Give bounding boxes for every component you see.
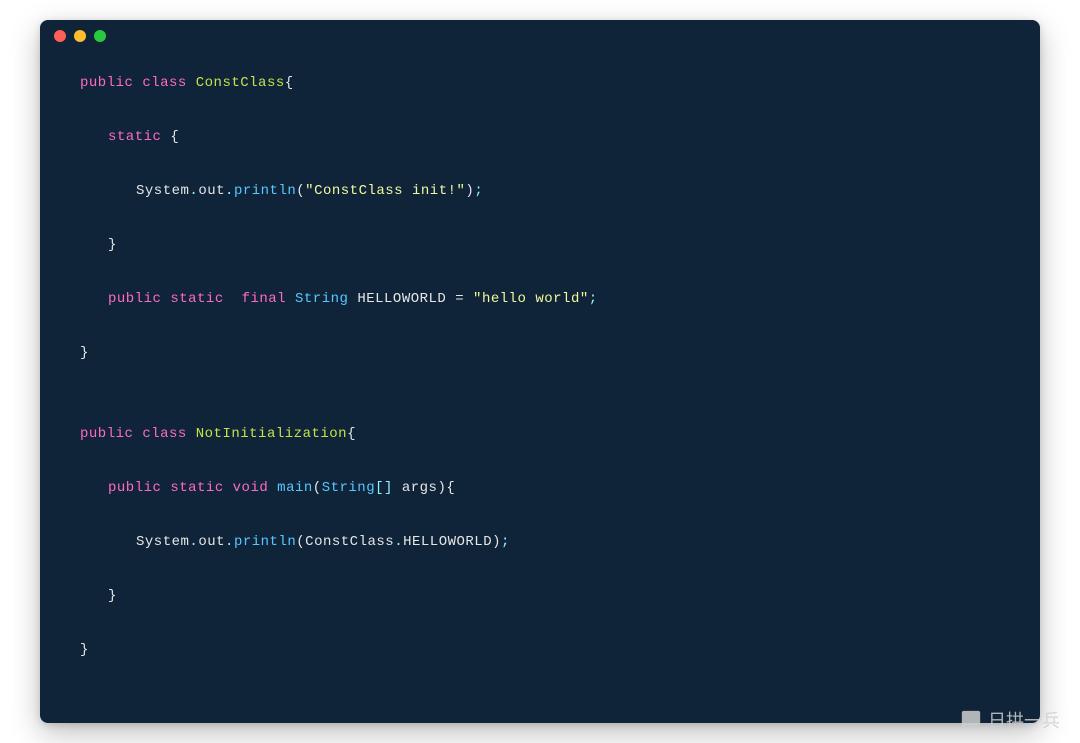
- chat-icon: [960, 709, 982, 731]
- keyword: public: [80, 75, 133, 91]
- keyword: public: [108, 291, 161, 307]
- keyword: class: [142, 426, 187, 442]
- punct: ;: [589, 291, 598, 307]
- brace: {: [161, 129, 179, 145]
- constant: HELLOWORLD: [403, 534, 492, 550]
- identifier: System: [136, 534, 189, 550]
- brace: {: [446, 480, 455, 496]
- string: "hello world": [473, 291, 589, 307]
- brace: }: [108, 588, 117, 604]
- punct: ): [492, 534, 501, 550]
- brace: {: [285, 75, 294, 91]
- identifier: args: [393, 480, 438, 496]
- watermark-text: 日拱一兵: [988, 707, 1060, 733]
- code-line: static {: [80, 124, 1000, 151]
- code-line: System.out.println("ConstClass init!");: [80, 178, 1000, 205]
- method: println: [234, 183, 296, 199]
- type: String: [295, 291, 348, 307]
- brace: }: [80, 642, 89, 658]
- punct: .: [189, 183, 198, 199]
- identifier: out: [198, 534, 225, 550]
- keyword: public: [80, 426, 133, 442]
- punct: ;: [501, 534, 510, 550]
- keyword: static: [170, 480, 223, 496]
- code-block: public class ConstClass{ static { System…: [80, 70, 1000, 691]
- brace: }: [80, 345, 89, 361]
- keyword: public: [108, 480, 161, 496]
- punct: .: [394, 534, 403, 550]
- method: println: [234, 534, 296, 550]
- punct: (: [296, 183, 305, 199]
- code-line: public class NotInitialization{: [80, 421, 1000, 448]
- minimize-icon[interactable]: [74, 30, 86, 42]
- code-line: public static void main(String[] args){: [80, 475, 1000, 502]
- maximize-icon[interactable]: [94, 30, 106, 42]
- type: String: [322, 480, 375, 496]
- string: "ConstClass init!": [305, 183, 465, 199]
- punct: []: [375, 480, 393, 496]
- method: main: [277, 480, 313, 496]
- code-line: public static final String HELLOWORLD = …: [80, 286, 1000, 313]
- watermark: 日拱一兵: [960, 707, 1060, 733]
- code-line: }: [80, 232, 1000, 259]
- punct: .: [225, 534, 234, 550]
- code-line: }: [80, 340, 1000, 367]
- identifier: out: [198, 183, 225, 199]
- code-line: }: [80, 637, 1000, 664]
- operator: =: [446, 291, 473, 307]
- keyword: void: [233, 480, 269, 496]
- identifier: System: [136, 183, 189, 199]
- class-name: NotInitialization: [196, 426, 347, 442]
- code-line: public class ConstClass{: [80, 70, 1000, 97]
- class-ref: ConstClass: [305, 534, 394, 550]
- punct: ;: [474, 183, 483, 199]
- keyword: static: [170, 291, 223, 307]
- punct: .: [225, 183, 234, 199]
- punct: (: [313, 480, 322, 496]
- code-window: public class ConstClass{ static { System…: [40, 20, 1040, 723]
- class-name: ConstClass: [196, 75, 285, 91]
- keyword: class: [142, 75, 187, 91]
- punct: ): [437, 480, 446, 496]
- punct: (: [296, 534, 305, 550]
- close-icon[interactable]: [54, 30, 66, 42]
- punct: ): [465, 183, 474, 199]
- keyword: final: [242, 291, 287, 307]
- constant: HELLOWORLD: [357, 291, 446, 307]
- code-line: System.out.println(ConstClass.HELLOWORLD…: [80, 529, 1000, 556]
- brace: }: [108, 237, 117, 253]
- code-line: }: [80, 583, 1000, 610]
- keyword: static: [108, 129, 161, 145]
- window-titlebar: [40, 20, 1040, 52]
- code-content: public class ConstClass{ static { System…: [40, 52, 1040, 723]
- punct: .: [189, 534, 198, 550]
- brace: {: [347, 426, 356, 442]
